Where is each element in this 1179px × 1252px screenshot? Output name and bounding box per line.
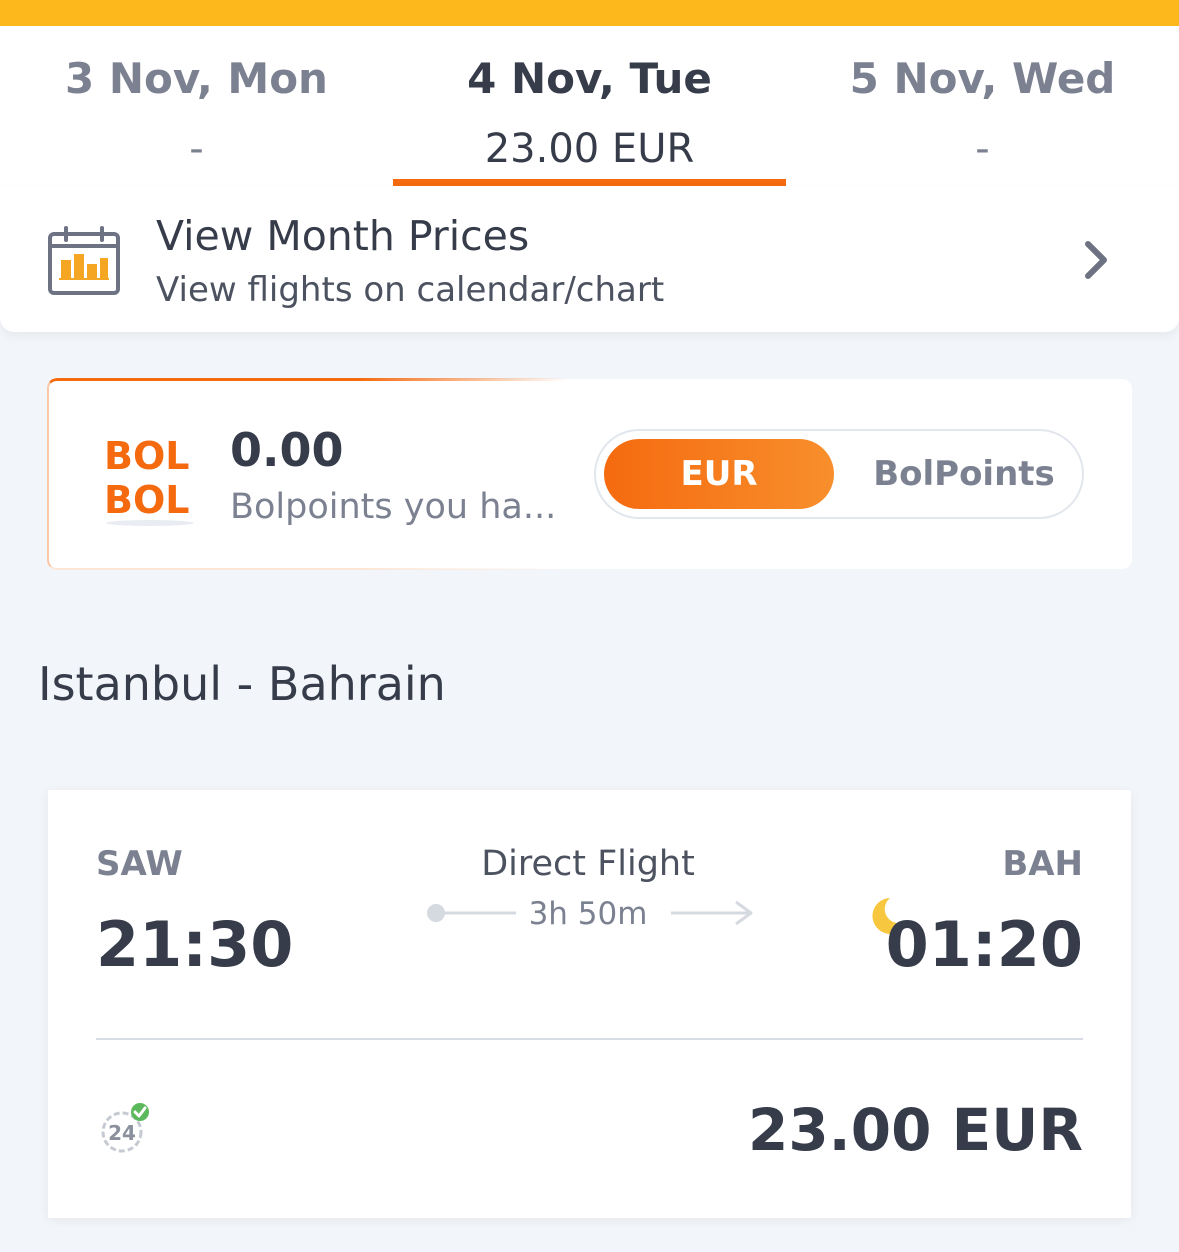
month-prices-subtitle: View flights on calendar/chart [156, 270, 665, 310]
date-tab-label: 4 Nov, Tue [467, 54, 712, 103]
date-tabs: 3 Nov, Mon - 4 Nov, Tue 23.00 EUR 5 Nov,… [0, 26, 1179, 187]
date-tab-next[interactable]: 5 Nov, Wed - [786, 26, 1179, 186]
24-hour-check-icon: 24 [101, 1103, 149, 1153]
svg-text:BOL: BOL [104, 478, 189, 522]
svg-text:BOL: BOL [104, 434, 189, 478]
date-tab-selected[interactable]: 4 Nov, Tue 23.00 EUR [393, 26, 786, 187]
flight-card[interactable]: SAW 21:30 Direct Flight 3h 50m BAH 01:20… [48, 790, 1131, 1218]
route-title: Istanbul - Bahrain [38, 657, 446, 711]
departure-airport-code: SAW [96, 844, 183, 884]
date-tab-price: - [975, 126, 990, 172]
flight-search-results: 3 Nov, Mon - 4 Nov, Tue 23.00 EUR 5 Nov,… [0, 0, 1179, 1252]
toggle-option-bolpoints[interactable]: BolPoints [854, 439, 1074, 509]
bolpoints-card: BOL BOL 0.00 Bolpoints you ha... EUR Bol… [47, 378, 1132, 570]
date-tab-prev[interactable]: 3 Nov, Mon - [0, 26, 393, 186]
card-divider [96, 1038, 1083, 1040]
bolpoints-description: Bolpoints you ha... [230, 487, 557, 527]
calendar-chart-icon [48, 226, 120, 295]
toggle-option-eur[interactable]: EUR [604, 439, 834, 509]
departure-time: 21:30 [96, 908, 294, 981]
date-tab-label: 3 Nov, Mon [65, 54, 328, 103]
date-tab-price: 23.00 EUR [484, 126, 695, 172]
top-accent-bar [0, 0, 1179, 26]
bolbol-logo: BOL BOL [104, 434, 194, 526]
view-month-prices-row[interactable]: View Month Prices View flights on calend… [0, 186, 1179, 332]
flight-duration: 3h 50m [528, 896, 648, 932]
flight-price: 23.00 EUR [747, 1096, 1083, 1164]
chevron-right-icon [1085, 241, 1107, 279]
arrival-time: 01:20 [885, 908, 1083, 981]
currency-toggle: EUR BolPoints [594, 429, 1084, 519]
date-tab-label: 5 Nov, Wed [849, 54, 1116, 103]
svg-text:24: 24 [108, 1121, 136, 1145]
flight-type: Direct Flight [481, 844, 695, 884]
bolpoints-amount: 0.00 [230, 423, 344, 477]
date-tab-price: - [189, 126, 204, 172]
month-prices-title: View Month Prices [156, 212, 530, 260]
arrival-airport-code: BAH [1002, 844, 1083, 884]
